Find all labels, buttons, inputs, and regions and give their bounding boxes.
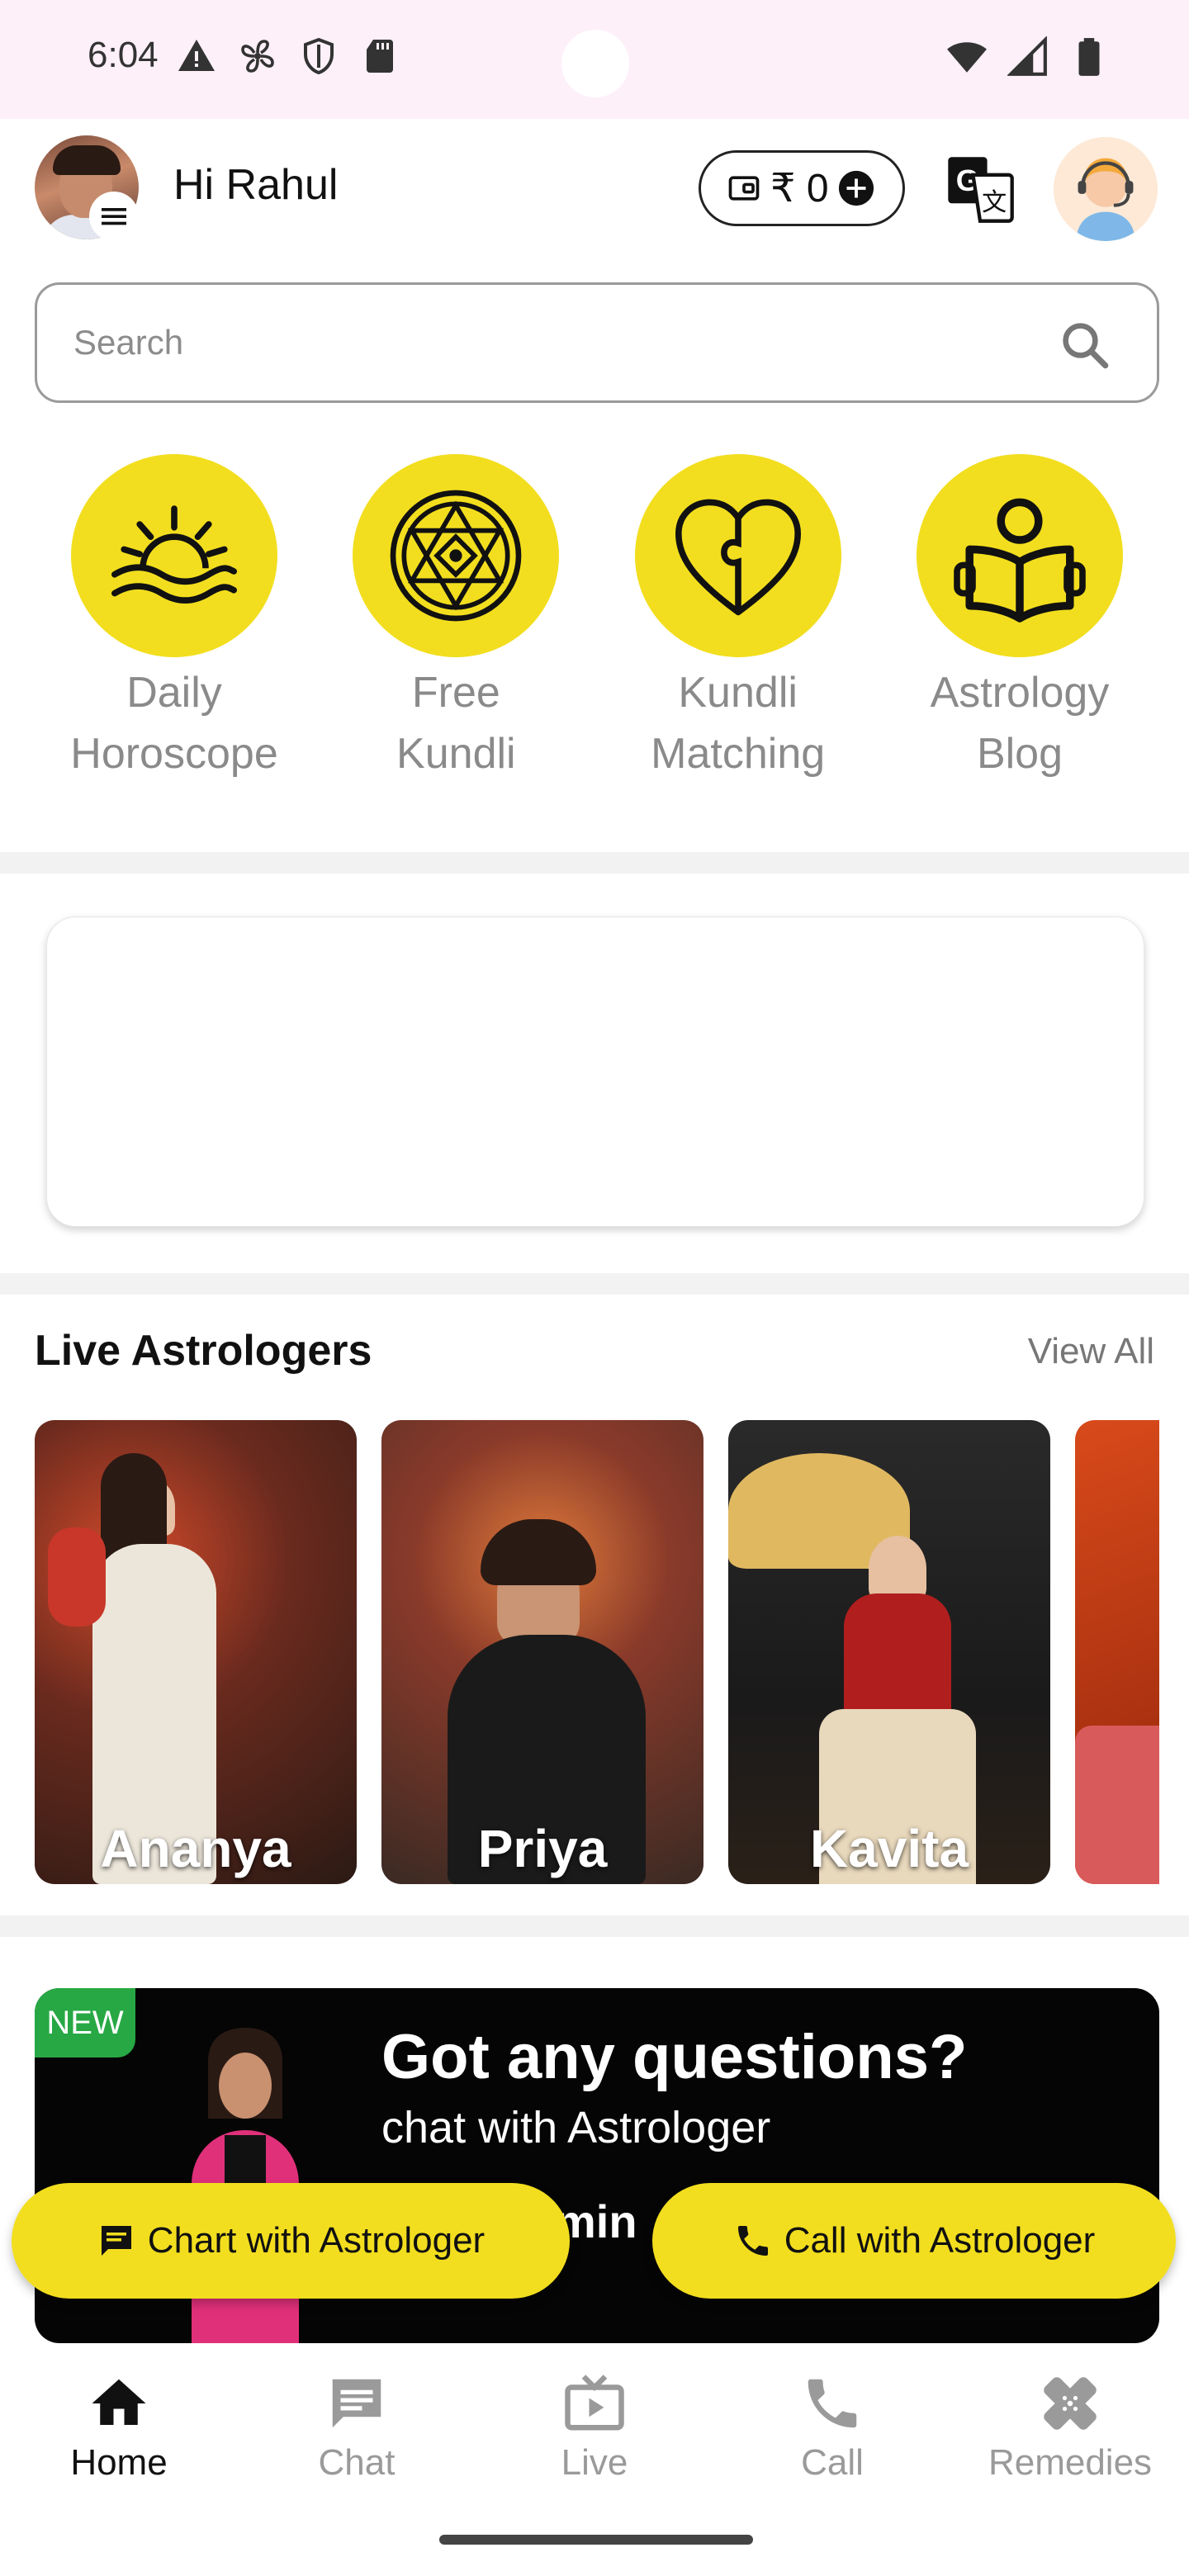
menu-icon (102, 208, 126, 225)
nav-label: Home (70, 2442, 168, 2483)
battery-icon (1078, 38, 1100, 76)
search-input[interactable] (73, 323, 1023, 362)
search-bar[interactable] (35, 282, 1159, 403)
nav-label: Chat (318, 2442, 396, 2483)
call-with-astrologer-button[interactable]: Call with Astrologer (652, 2183, 1176, 2299)
quick-actions: Daily Horoscope Free Kundli Kundli Match… (35, 454, 1159, 784)
quick-action-label: Kundli Matching (651, 662, 825, 784)
status-bar: 6:04 (0, 0, 1189, 119)
wallet-balance: ₹ 0 (770, 167, 829, 211)
astrologer-card[interactable] (1075, 1420, 1159, 1884)
astrologer-name: Kavita (809, 1819, 969, 1878)
kundli-chart-icon (391, 490, 522, 622)
astrologer-name: Priya (477, 1819, 608, 1878)
section-divider (0, 1273, 1189, 1295)
phone-icon (808, 2379, 857, 2428)
camera-cutout (561, 30, 629, 97)
status-icons-right (946, 36, 1110, 78)
quick-action-label: Daily Horoscope (70, 662, 277, 784)
warning-icon (178, 40, 215, 71)
section-divider (0, 1915, 1189, 1937)
label-line: Horoscope (70, 730, 278, 778)
status-time: 6:04 (88, 35, 159, 75)
lantern (48, 1527, 106, 1627)
nav-item-home[interactable]: Home (0, 2371, 238, 2484)
support-agent-icon (1054, 137, 1158, 241)
promo-subtitle: chat with Astrologer (381, 2103, 771, 2152)
quick-action-label: Free Kundli (396, 662, 516, 784)
label-line: Kundli (396, 730, 516, 778)
shield-icon (304, 37, 334, 75)
nav-item-chat[interactable]: Chat (238, 2371, 476, 2484)
live-tv-icon (565, 2375, 624, 2431)
chat-button-label: Chart with Astrologer (147, 2220, 486, 2261)
astrologer-hair (481, 1519, 596, 1585)
astrologer-card[interactable]: Priya (381, 1420, 703, 1884)
label-line: Matching (651, 730, 826, 778)
astrologer-top (844, 1593, 951, 1717)
fan-icon (241, 40, 274, 73)
heart-puzzle-icon (675, 499, 801, 616)
quick-action-label: Astrology Blog (931, 662, 1110, 784)
nav-label: Call (801, 2442, 864, 2483)
phone-icon (737, 2226, 768, 2256)
label-line: Astrology (930, 669, 1110, 717)
wallet-icon (728, 176, 760, 201)
astrologer-photo (869, 1536, 926, 1602)
wifi-icon (947, 42, 987, 73)
nav-label: Live (561, 2442, 628, 2483)
reader-book-icon (954, 498, 1086, 623)
greeting-text: Hi Rahul (173, 161, 339, 209)
chat-icon (332, 2379, 381, 2428)
astrologer-card[interactable]: Kavita (728, 1420, 1050, 1884)
nav-label: Remedies (988, 2442, 1153, 2483)
chat-with-astrologer-button[interactable]: Chart with Astrologer (12, 2183, 570, 2299)
app-header: Hi Rahul ₹ 0 G 文 (0, 119, 1189, 259)
label-line: Kundli (678, 669, 798, 717)
section-divider (0, 852, 1189, 874)
signal-icon (1007, 36, 1047, 76)
nav-item-call[interactable]: Call (713, 2371, 951, 2484)
label-line: Daily (126, 669, 222, 717)
quick-action-free-kundli[interactable]: Free Kundli (316, 454, 595, 784)
astrologer-photo (1075, 1726, 1159, 1884)
astrologer-name: Ananya (100, 1819, 291, 1878)
quick-action-icon-circle (916, 454, 1123, 657)
svg-text:文: 文 (982, 188, 1007, 217)
remedies-icon (1044, 2377, 1097, 2430)
translate-icon[interactable]: G 文 (945, 154, 1016, 225)
quick-action-icon-circle (71, 454, 277, 657)
section-title-live-astrologers: Live Astrologers (35, 1327, 372, 1375)
message-icon (101, 2226, 131, 2256)
search-icon[interactable] (1058, 318, 1112, 372)
add-icon (838, 170, 874, 206)
status-icons-left (177, 36, 400, 76)
support-avatar[interactable] (1054, 137, 1158, 241)
label-line: Blog (976, 730, 1063, 778)
quick-action-kundli-matching[interactable]: Kundli Matching (599, 454, 878, 784)
promo-title: Got any questions? (381, 2022, 968, 2092)
home-icon (92, 2379, 146, 2425)
wallet-button[interactable]: ₹ 0 (699, 150, 905, 226)
astrologer-card[interactable]: Ananya (35, 1420, 357, 1884)
menu-button[interactable] (89, 192, 139, 241)
quick-action-astrology-blog[interactable]: Astrology Blog (880, 454, 1159, 784)
promo-banner[interactable] (46, 916, 1144, 1227)
call-button-label: Call with Astrologer (784, 2220, 1096, 2261)
label-line: Free (411, 669, 500, 717)
avatar-hair (53, 145, 121, 175)
quick-action-icon-circle (634, 454, 841, 657)
new-badge: NEW (35, 1988, 135, 2057)
quick-action-icon-circle (353, 454, 560, 657)
sunrise-icon (111, 505, 237, 604)
sd-card-icon (367, 40, 393, 73)
home-indicator[interactable] (439, 2535, 753, 2545)
nav-item-remedies[interactable]: Remedies (951, 2371, 1189, 2484)
live-astrologers-carousel[interactable]: Ananya Priya Kavita (35, 1420, 1159, 1884)
quick-action-daily-horoscope[interactable]: Daily Horoscope (35, 454, 314, 784)
view-all-link[interactable]: View All (1028, 1331, 1154, 1372)
nav-item-live[interactable]: Live (476, 2371, 713, 2484)
